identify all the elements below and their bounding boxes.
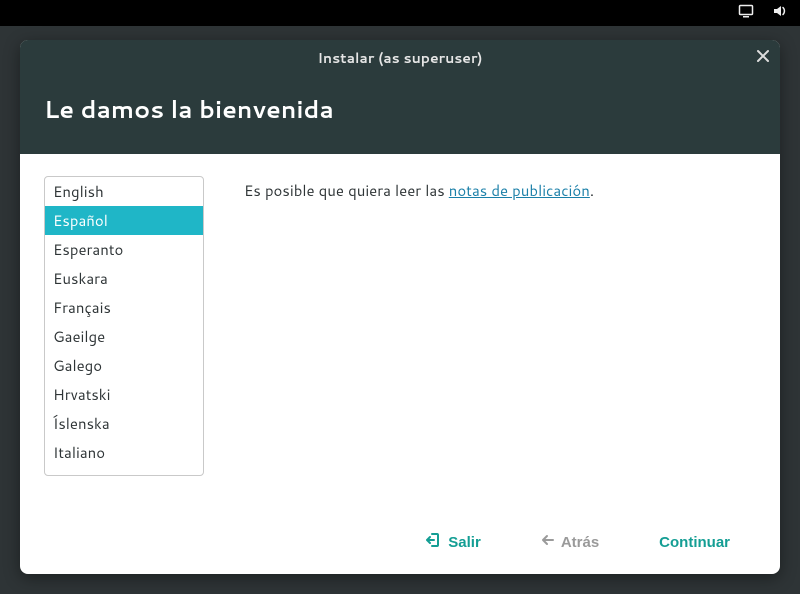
language-item[interactable]: Gaeilge [45,322,203,351]
text-suffix: . [590,180,594,201]
language-item[interactable]: Français [45,293,203,322]
language-item[interactable]: English [45,177,203,206]
close-button[interactable] [756,48,770,68]
window-title: Instalar (as superuser) [317,48,482,68]
volume-icon[interactable] [772,2,788,25]
quit-label: Salir [448,534,481,551]
language-item[interactable]: Euskara [45,264,203,293]
language-list[interactable]: EnglishEspañolEsperantoEuskaraFrançaisGa… [44,176,204,476]
language-item[interactable]: Kurdî [45,467,203,476]
page-title: Le damos la bienvenida [44,92,756,126]
release-notes-link[interactable]: notas de publicación [449,180,590,201]
language-item[interactable]: Galego [45,351,203,380]
back-icon [541,533,555,551]
language-item[interactable]: Hrvatski [45,380,203,409]
continue-button[interactable]: Continuar [659,534,730,551]
page-header: Le damos la bienvenida [20,76,780,154]
text-prefix: Es posible que quiera leer las [244,180,449,201]
page-body: EnglishEspañolEsperantoEuskaraFrançaisGa… [20,154,780,510]
top-bar [0,0,800,26]
content-area: Es posible que quiera leer las notas de … [244,176,756,502]
footer: Salir Atrás Continuar [20,510,780,574]
language-item[interactable]: Español [45,206,203,235]
installer-window: Instalar (as superuser) Le damos la bien… [20,40,780,574]
back-label: Atrás [561,534,599,551]
quit-icon [426,532,442,552]
title-bar: Instalar (as superuser) [20,40,780,76]
release-notes-text: Es posible que quiera leer las notas de … [244,180,756,201]
back-button: Atrás [541,533,599,551]
language-item[interactable]: Italiano [45,438,203,467]
quit-button[interactable]: Salir [426,532,481,552]
language-item[interactable]: Íslenska [45,409,203,438]
desktop: Instalar (as superuser) Le damos la bien… [0,0,800,594]
display-icon[interactable] [738,2,754,25]
language-item[interactable]: Esperanto [45,235,203,264]
continue-label: Continuar [659,534,730,551]
